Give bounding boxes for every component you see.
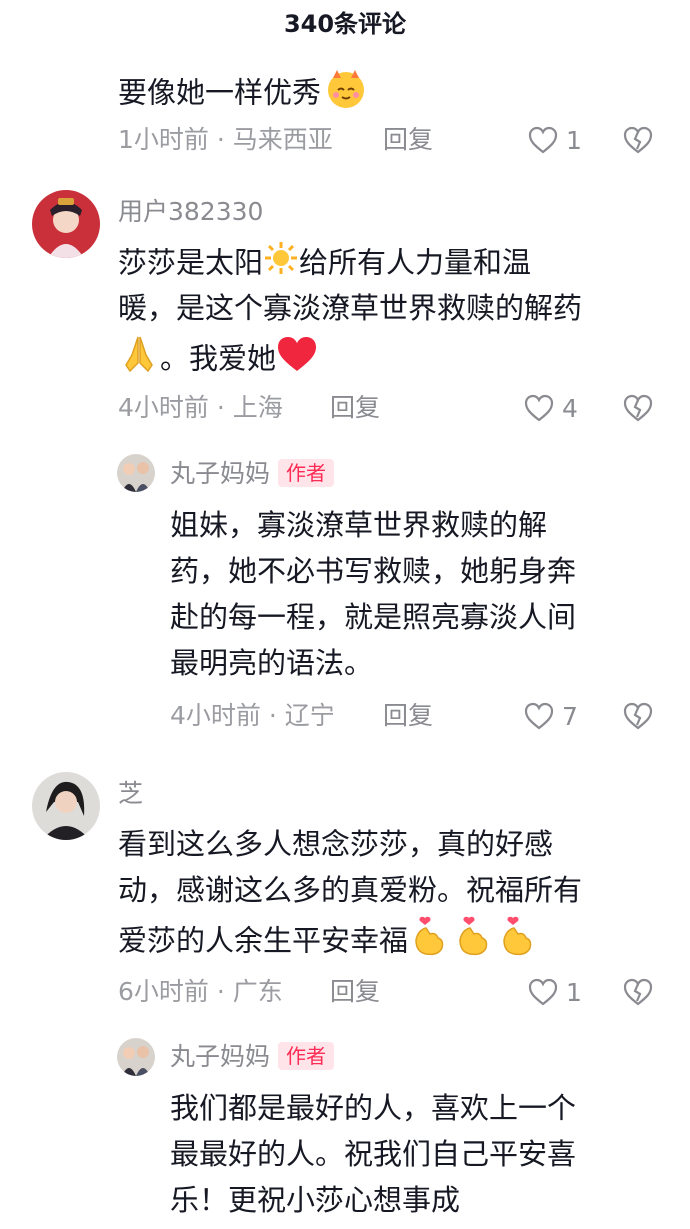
folded-hands-emoji-icon [118,333,160,388]
reply-button[interactable]: 回复 [383,701,433,731]
comment-text-line: 我们都是最好的人，喜欢上一个 [170,1091,577,1125]
like-count: 4 [562,393,578,423]
smiling-face-emoji-icon [321,66,371,123]
reply-button[interactable]: 回复 [383,125,433,155]
reply-button[interactable]: 回复 [330,393,380,423]
heart-icon [524,702,554,730]
comments-count-title: 340条评论 [283,10,407,38]
like-button[interactable]: 1 [528,125,582,155]
comment-text-line: 药，她不必书写救赎，她躬身奔 [170,554,577,588]
comment-text: 莎莎是太阳 给所有人力量和温 [118,240,531,289]
comment-text: 要像她一样优秀 [118,66,371,123]
like-button[interactable]: 7 [524,701,578,731]
comment-text-line: 乐！更祝小莎心想事成 [170,1183,461,1217]
avatar[interactable] [117,1038,155,1076]
like-count: 1 [566,125,582,155]
author-badge: 作者 [278,459,335,487]
broken-heart-icon[interactable] [623,701,653,731]
reply-button[interactable]: 回复 [330,977,380,1007]
heart-icon [528,978,558,1006]
comment-meta: 4小时前 · 上海 [118,393,283,422]
like-button[interactable]: 4 [524,393,578,423]
author-badge: 作者 [278,1042,335,1070]
comment-text-line: 。我爱她 [118,333,318,388]
heart-icon [528,126,558,154]
broken-heart-icon[interactable] [623,393,653,423]
red-heart-emoji-icon [276,335,318,386]
avatar[interactable] [32,190,100,258]
comment-text-line: 赴的每一程，就是照亮寡淡人间 [170,600,577,634]
comment-text-line: 最最好的人。祝我们自己平安喜 [170,1137,577,1171]
comment-meta: 6小时前 · 广东 [118,977,283,1006]
comment-text-line: 最明亮的语法。 [170,646,374,680]
heart-icon [524,394,554,422]
username: 丸子妈妈 作者 [170,459,335,489]
like-count: 7 [562,701,578,731]
sun-emoji-icon [263,240,299,289]
comment-text-line: 暖，是这个寡淡潦草世界救赎的解药 [118,291,583,325]
comment-text-line: 动，感谢这么多的真爱粉。祝福所有 [118,873,583,907]
username[interactable]: 芝 [118,779,143,809]
comment-text-line: 姐妹，寡淡潦草世界救赎的解 [170,508,548,542]
comment-meta: 4小时前 · 辽宁 [170,701,335,730]
broken-heart-icon[interactable] [623,125,653,155]
avatar[interactable] [32,772,100,840]
like-count: 1 [566,977,582,1007]
finger-heart-emoji-icon [452,914,496,971]
broken-heart-icon[interactable] [623,977,653,1007]
like-button[interactable]: 1 [528,977,582,1007]
finger-heart-emoji-icon [496,914,540,971]
username: 丸子妈妈 作者 [170,1042,335,1072]
username[interactable]: 用户382330 [118,197,263,227]
avatar[interactable] [117,454,155,492]
finger-heart-emoji-icon [408,914,452,971]
comment-text-line: 爱莎的人余生平安幸福 [118,914,540,971]
comment-meta: 1小时前 · 马来西亚 [118,125,333,154]
comment-text-line: 看到这么多人想念莎莎，真的好感 [118,827,554,861]
